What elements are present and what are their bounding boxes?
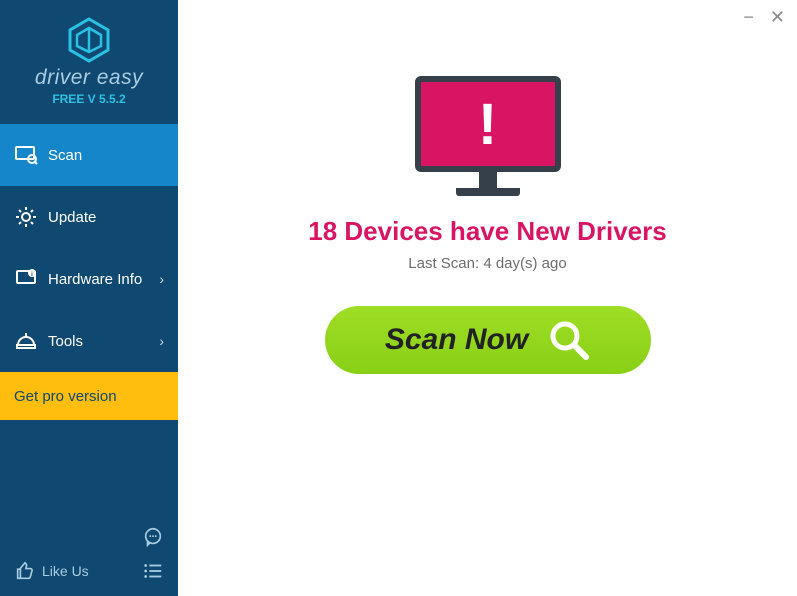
scan-now-button[interactable]: Scan Now [325, 306, 651, 374]
sidebar-item-label: Hardware Info [48, 271, 142, 288]
sidebar: driver easy FREE V 5.5.2 Scan Update i [0, 0, 178, 596]
like-us-button[interactable]: Like Us [14, 560, 89, 582]
chevron-right-icon: › [159, 333, 164, 349]
app-window: driver easy FREE V 5.5.2 Scan Update i [0, 0, 797, 596]
sidebar-item-label: Tools [48, 333, 83, 350]
sidebar-bottom: Like Us [0, 516, 178, 596]
like-us-label: Like Us [42, 563, 89, 579]
sidebar-bottom-icons [142, 526, 164, 582]
menu-icon[interactable] [142, 560, 164, 582]
feedback-icon[interactable] [142, 526, 164, 548]
update-gear-icon [14, 205, 38, 229]
sidebar-item-hardware-info[interactable]: i Hardware Info › [0, 248, 178, 310]
sidebar-item-label: Scan [48, 147, 82, 164]
logo-area: driver easy FREE V 5.5.2 [0, 0, 178, 120]
tools-icon [14, 329, 38, 353]
scan-status-text: 18 Devices have New Drivers [308, 216, 666, 247]
main-panel: − ✕ ! 18 Devices have New Drivers Last S… [178, 0, 797, 596]
monitor-alert-icon: ! [415, 76, 561, 196]
app-name: driver easy [35, 66, 143, 90]
close-button[interactable]: ✕ [768, 6, 787, 28]
sidebar-item-tools[interactable]: Tools › [0, 310, 178, 372]
sidebar-item-update[interactable]: Update [0, 186, 178, 248]
window-controls: − ✕ [741, 6, 787, 28]
thumbs-up-icon [14, 560, 36, 582]
chevron-right-icon: › [159, 271, 164, 287]
scan-now-label: Scan Now [385, 323, 528, 357]
app-logo-icon [65, 16, 113, 64]
exclamation-icon: ! [478, 91, 497, 158]
sidebar-item-label: Update [48, 209, 96, 226]
sidebar-item-get-pro[interactable]: Get pro version [0, 372, 178, 420]
magnifier-icon [548, 319, 590, 361]
last-scan-text: Last Scan: 4 day(s) ago [408, 255, 566, 272]
minimize-button[interactable]: − [741, 6, 756, 28]
sidebar-item-label: Get pro version [14, 388, 117, 405]
hardware-info-icon: i [14, 267, 38, 291]
sidebar-item-scan[interactable]: Scan [0, 124, 178, 186]
sidebar-nav: Scan Update i Hardware Info › Tools [0, 124, 178, 420]
scan-icon [14, 143, 38, 167]
main-content: ! 18 Devices have New Drivers Last Scan:… [178, 0, 797, 374]
app-version: FREE V 5.5.2 [52, 92, 125, 106]
